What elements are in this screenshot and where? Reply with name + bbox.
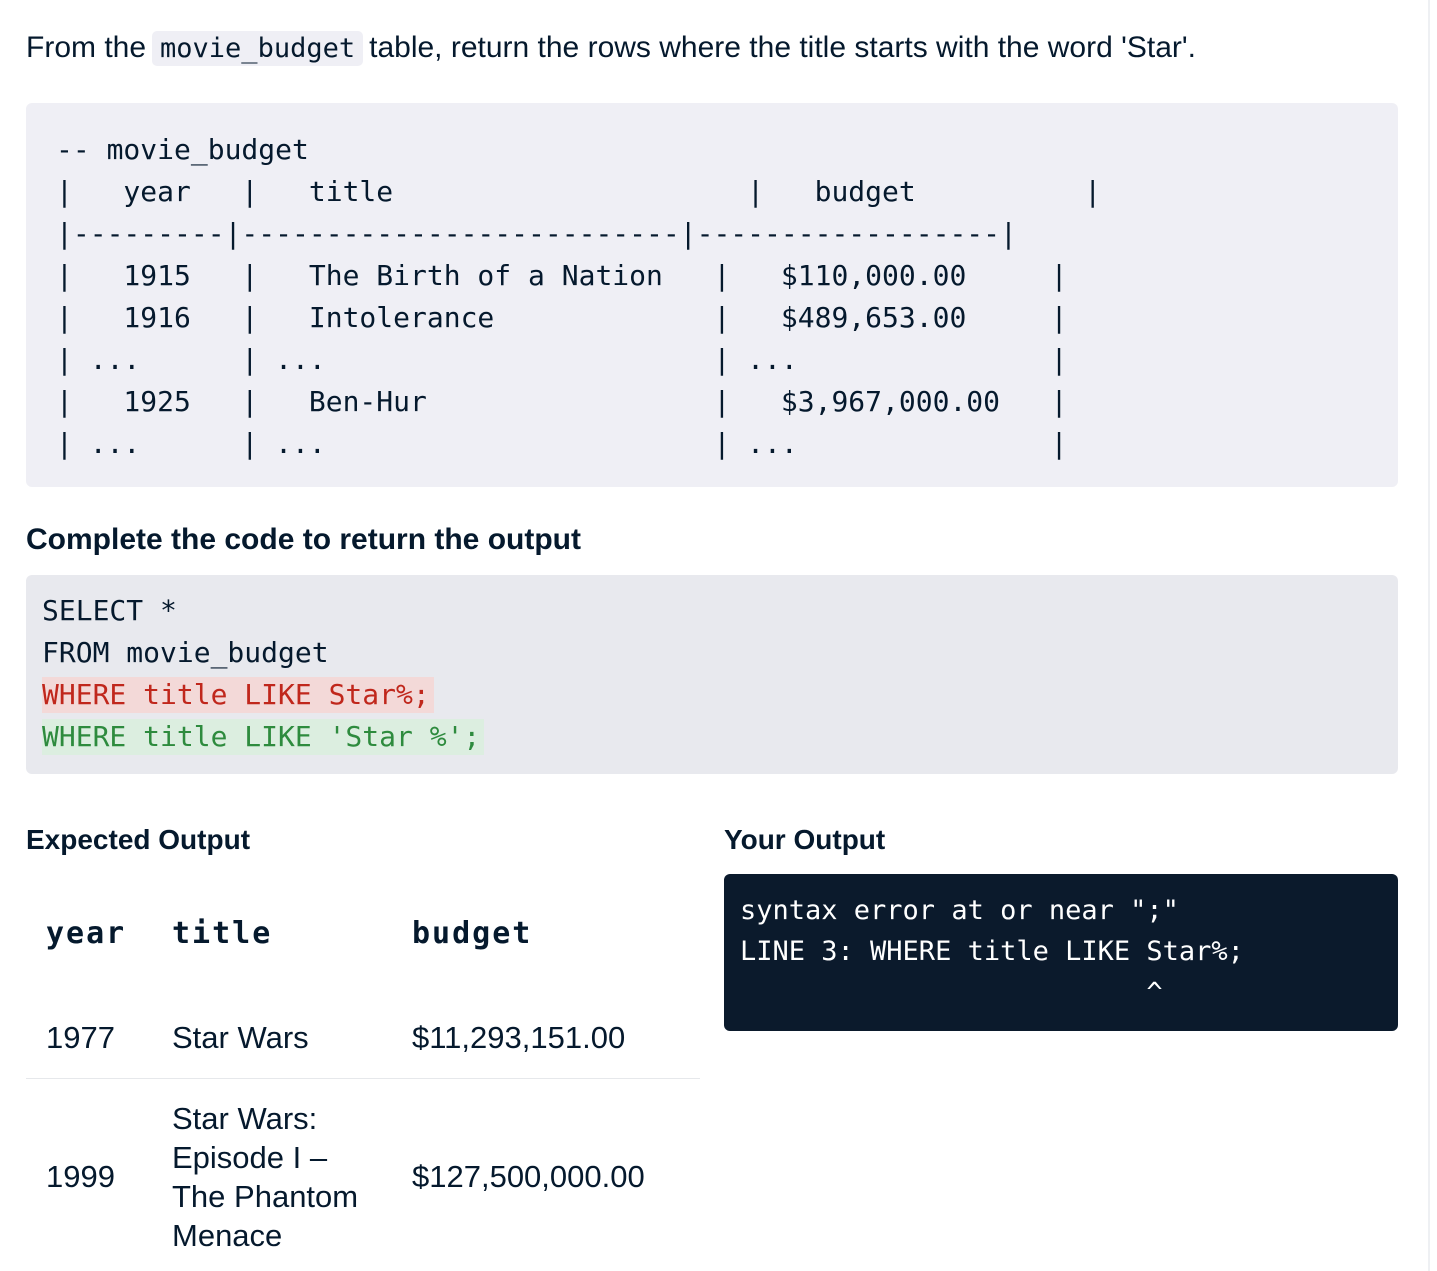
cell-title: Star Wars: Episode I – The Phantom Menac… xyxy=(172,1101,359,1253)
schema-line: | year | title | budget | xyxy=(56,175,1102,208)
table-name-code: movie_budget xyxy=(152,31,364,66)
schema-line: -- movie_budget xyxy=(56,133,309,166)
schema-line: | ... | ... | ... | xyxy=(56,427,1068,460)
code-line-added: WHERE title LIKE 'Star %'; xyxy=(42,719,485,755)
code-line-removed: WHERE title LIKE Star%; xyxy=(42,677,434,713)
code-diff-block[interactable]: SELECT * FROM movie_budget WHERE title L… xyxy=(26,575,1398,774)
cell-budget: $11,293,151.00 xyxy=(412,1020,626,1055)
cell-title: Star Wars xyxy=(172,1020,309,1055)
exercise-prompt: From the movie_budget table, return the ro… xyxy=(26,26,1196,71)
cell-year: 1977 xyxy=(46,1020,115,1055)
error-line: LINE 3: WHERE title LIKE Star%; xyxy=(740,936,1244,967)
expected-output-heading: Expected Output xyxy=(26,824,251,855)
column-header-year: year xyxy=(46,916,127,951)
error-message: syntax error at or near ";" LINE 3: WHER… xyxy=(740,890,1244,1013)
column-header-title: title xyxy=(172,916,273,951)
task-title: Complete the code to return the output xyxy=(26,523,581,556)
schema-preview: -- movie_budget | year | title | budget … xyxy=(26,103,1398,487)
row-divider xyxy=(26,1078,700,1079)
your-output-heading: Your Output xyxy=(724,824,886,855)
schema-text: -- movie_budget | year | title | budget … xyxy=(56,129,1101,465)
schema-line: |---------|--------------------------|--… xyxy=(56,217,1017,250)
schema-line: | 1916 | Intolerance | $489,653.00 | xyxy=(56,301,1068,334)
error-line: syntax error at or near ";" xyxy=(740,895,1179,926)
error-caret: ^ xyxy=(740,977,1163,1008)
column-header-budget: budget xyxy=(412,916,533,951)
your-output-console: syntax error at or near ";" LINE 3: WHER… xyxy=(724,874,1398,1031)
cell-year: 1999 xyxy=(46,1159,115,1194)
scrollbar-track[interactable] xyxy=(1428,0,1430,1271)
schema-line: | 1915 | The Birth of a Nation | $110,00… xyxy=(56,259,1068,292)
cell-budget: $127,500,000.00 xyxy=(412,1159,645,1194)
schema-line: | 1925 | Ben-Hur | $3,967,000.00 | xyxy=(56,385,1068,418)
schema-line: | ... | ... | ... | xyxy=(56,343,1068,376)
prompt-text-before: From the xyxy=(26,31,147,64)
prompt-text-after: table, return the rows where the title s… xyxy=(369,31,1196,64)
code-line-from: FROM movie_budget xyxy=(42,636,329,669)
code-line-select: SELECT * xyxy=(42,594,177,627)
